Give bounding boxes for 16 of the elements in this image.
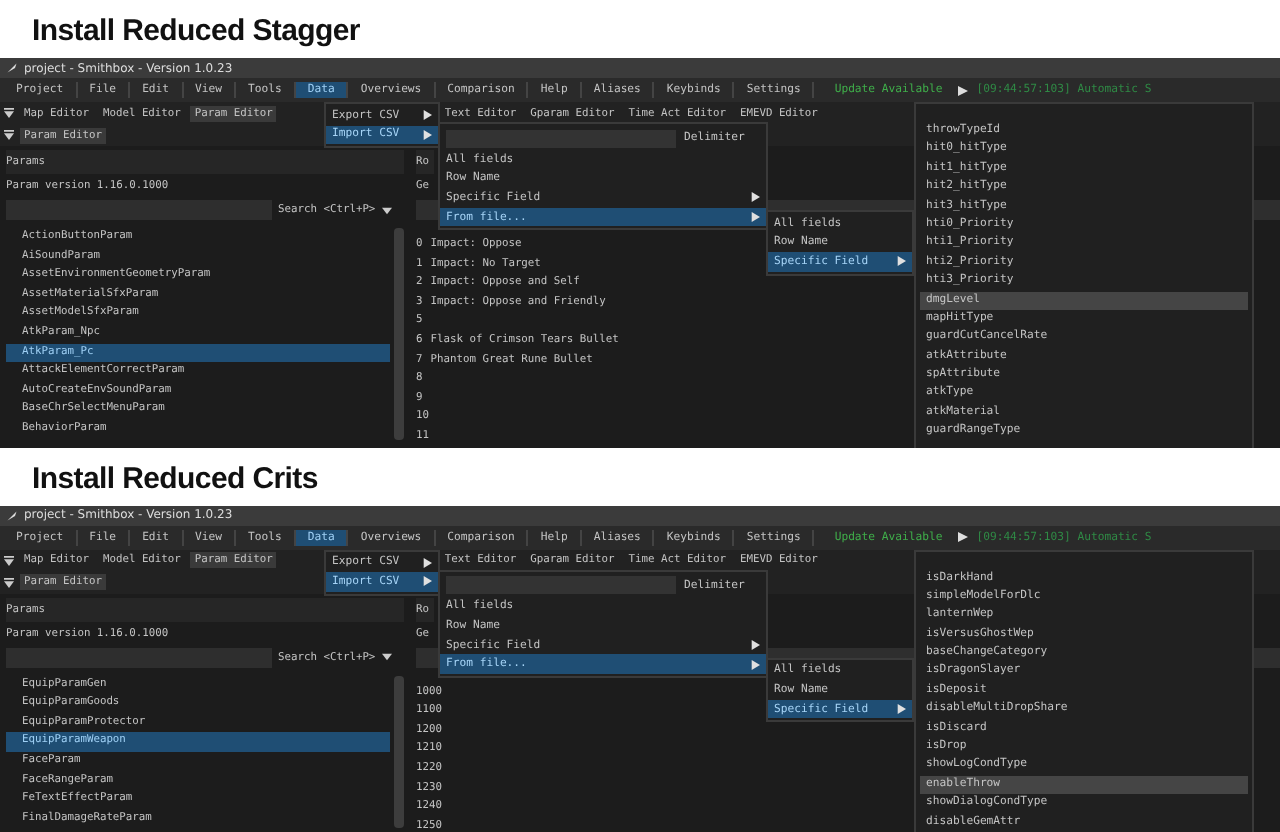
submenu-arrow-icon (896, 704, 906, 715)
play-icon[interactable] (958, 85, 969, 95)
play-icon[interactable] (958, 532, 969, 543)
caret-icon[interactable] (381, 205, 392, 215)
caret-icon[interactable] (381, 652, 392, 663)
dropdown-icon[interactable] (4, 577, 14, 588)
pen-icon (6, 509, 18, 522)
section-heading: Install Reduced Crits (30, 459, 320, 500)
scrollbar[interactable] (394, 228, 404, 440)
dropdown-icon[interactable] (4, 130, 14, 140)
dropdown-icon[interactable] (4, 108, 14, 118)
submenu-arrow-icon (896, 256, 906, 267)
section-heading: Install Reduced Stagger (30, 12, 362, 52)
scrollbar[interactable] (394, 675, 404, 829)
dropdown-icon[interactable] (4, 555, 14, 566)
pen-icon (6, 62, 18, 74)
